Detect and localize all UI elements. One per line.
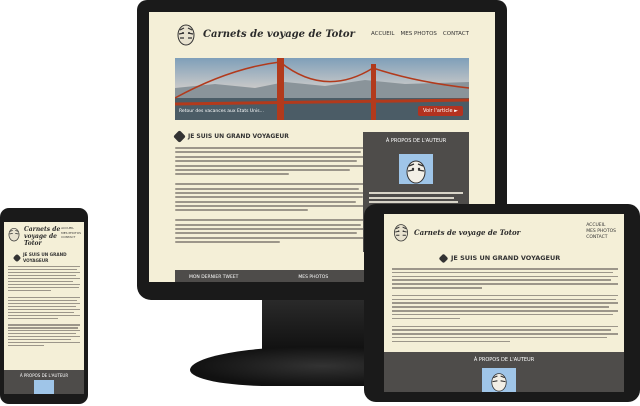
site-title[interactable]: Carnets de voyage de Totor (24, 226, 64, 247)
footer-tweet-title: MON DERNIER TWEET (189, 274, 239, 280)
main-nav: ACCUEIL MES PHOTOS CONTACT (586, 223, 616, 241)
article-body (392, 268, 618, 344)
tablet-device: Carnets de voyage de Totor ACCUEIL MES P… (364, 204, 640, 402)
main-nav: ACCUEIL MES PHOTOS CONTACT (61, 226, 81, 240)
author-panel: À PROPOS DE L'AUTEUR (4, 370, 84, 394)
author-panel-title: À PROPOS DE L'AUTEUR (473, 357, 535, 363)
author-avatar (399, 154, 433, 184)
article-body (8, 266, 80, 348)
author-panel-title: À PROPOS DE L'AUTEUR (19, 373, 69, 378)
hero-banner: Retour des vacances aux Etats Unis... Vo… (175, 58, 469, 120)
nav-item-contact[interactable]: CONTACT (61, 235, 81, 240)
author-avatar (34, 380, 54, 394)
article-body (175, 147, 365, 244)
author-avatar (482, 368, 516, 392)
zebra-logo-icon[interactable] (392, 222, 410, 246)
site-title[interactable]: Carnets de voyage de Totor (414, 228, 520, 237)
phone-device: Carnets de voyage de Totor ACCUEIL MES P… (0, 208, 88, 404)
main-nav: ACCUEIL MES PHOTOS CONTACT (371, 31, 469, 37)
hexagon-bullet-icon (12, 253, 22, 263)
main-heading: JE SUIS UN GRAND VOYAGEUR (188, 133, 289, 140)
nav-item-contact[interactable]: CONTACT (443, 31, 469, 37)
responsive-mockup: Carnets de voyage de Totor ACCUEIL MES P… (0, 0, 640, 406)
nav-item-contact[interactable]: CONTACT (586, 235, 616, 241)
read-article-button[interactable]: Voir l'article ► (417, 106, 463, 116)
main-heading: JE SUIS UN GRAND VOYAGEUR (438, 253, 560, 263)
banner-caption: Retour des vacances aux Etats Unis... (179, 109, 264, 114)
site-header: Carnets de voyage de Totor ACCUEIL MES P… (175, 12, 469, 56)
author-panel-title: À PROPOS DE L'AUTEUR (385, 138, 447, 144)
nav-item-mes-photos[interactable]: MES PHOTOS (400, 31, 436, 37)
footer-photos-title: MES PHOTOS (298, 274, 329, 280)
nav-item-accueil[interactable]: ACCUEIL (371, 31, 395, 37)
zebra-logo-icon[interactable] (7, 226, 21, 246)
main-content: JE SUIS UN GRAND VOYAGEUR (173, 130, 365, 246)
zebra-logo-icon[interactable] (175, 22, 197, 46)
site-title[interactable]: Carnets de voyage de Totor (203, 29, 355, 40)
author-panel: À PROPOS DE L'AUTEUR (384, 352, 624, 392)
phone-screen: Carnets de voyage de Totor ACCUEIL MES P… (4, 222, 84, 394)
hexagon-bullet-icon (173, 130, 186, 143)
hexagon-bullet-icon (438, 253, 449, 263)
tablet-screen: Carnets de voyage de Totor ACCUEIL MES P… (384, 214, 624, 392)
main-heading: JE SUIS UN GRAND VOYAGEUR (12, 252, 80, 264)
